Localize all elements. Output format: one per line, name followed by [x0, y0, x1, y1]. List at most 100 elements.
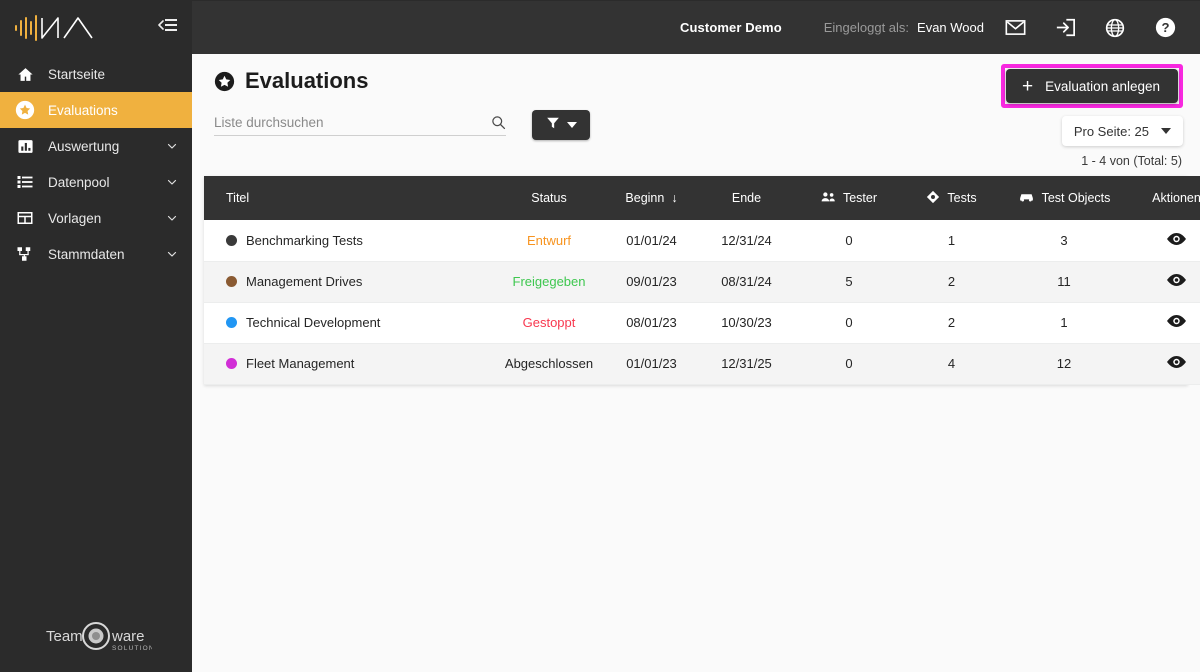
chevron-down-icon — [1161, 128, 1171, 134]
content-area: Evaluations Liste durchsuchen + Evaluati… — [192, 54, 1200, 672]
sidebar-item-datenpool[interactable]: Datenpool — [0, 164, 192, 200]
sidebar-item-auswertung[interactable]: Auswertung — [0, 128, 192, 164]
eye-icon[interactable] — [1166, 355, 1187, 369]
chevron-down-icon — [566, 122, 577, 128]
pagination-count: 1 - 4 von (Total: 5) — [1081, 154, 1182, 168]
header-actions: + Evaluation anlegen Pro Seite: 25 — [1001, 64, 1183, 146]
cell-start-date: 01/01/23 — [604, 343, 699, 385]
evaluations-table-card: Titel Status Beginn ↓ Ende Tester Tests … — [204, 176, 1200, 385]
home-icon — [14, 63, 36, 85]
cell-status: Freigegeben — [494, 261, 604, 303]
help-icon[interactable]: ? — [1148, 11, 1182, 45]
search-icon[interactable] — [490, 114, 506, 130]
column-header-tests[interactable]: Tests — [904, 176, 999, 220]
cell-start-date: 09/01/23 — [604, 261, 699, 303]
evaluation-title: Fleet Management — [246, 356, 355, 371]
cell-actions — [1129, 220, 1200, 262]
logout-icon[interactable] — [1048, 11, 1082, 45]
page-header: Evaluations Liste durchsuchen + Evaluati… — [204, 54, 1188, 152]
evaluation-title: Benchmarking Tests — [246, 232, 363, 248]
status-color-dot — [226, 276, 237, 287]
sort-desc-arrow-icon: ↓ — [671, 191, 678, 205]
chevron-down-icon — [166, 248, 178, 260]
table-row[interactable]: Benchmarking Tests Entwurf 01/01/24 12/3… — [204, 220, 1200, 262]
plus-icon: + — [1022, 75, 1034, 97]
cell-title: Fleet Management — [204, 343, 494, 385]
chevron-down-icon — [166, 140, 178, 152]
cell-title: Benchmarking Tests — [204, 220, 494, 262]
bar-chart-icon — [14, 135, 36, 157]
cell-test-objects-count: 1 — [999, 302, 1129, 344]
eye-icon[interactable] — [1166, 314, 1187, 328]
app-logo[interactable] — [12, 12, 120, 42]
create-evaluation-label: Evaluation anlegen — [1045, 78, 1160, 94]
cell-tests-count: 1 — [904, 220, 999, 262]
cell-actions — [1129, 261, 1200, 303]
template-icon — [14, 207, 36, 229]
sidebar-item-startseite[interactable]: Startseite — [0, 56, 192, 92]
status-color-dot — [226, 358, 237, 369]
filter-button[interactable] — [532, 110, 590, 140]
cell-actions — [1129, 343, 1200, 385]
cell-test-objects-count: 12 — [999, 343, 1129, 385]
table-head: Titel Status Beginn ↓ Ende Tester Tests … — [204, 176, 1200, 220]
eye-icon[interactable] — [1166, 273, 1187, 287]
column-label: Beginn — [625, 191, 665, 205]
column-header-title[interactable]: Titel — [204, 176, 494, 220]
cell-status: Abgeschlossen — [494, 343, 604, 385]
cell-test-objects-count: 11 — [999, 261, 1129, 303]
column-label: Tests — [947, 191, 977, 205]
search-input[interactable] — [214, 114, 490, 130]
column-label: Tester — [842, 191, 878, 205]
column-header-aktionen: Aktionen — [1129, 176, 1200, 220]
status-color-dot — [226, 234, 237, 246]
column-header-status[interactable]: Status — [494, 176, 604, 220]
sidebar-footer-logo: Team ware SOLUTIONS — [0, 602, 192, 672]
star-badge-icon — [214, 71, 235, 92]
column-label: Aktionen — [1152, 191, 1200, 205]
per-page-dropdown[interactable]: Pro Seite: 25 — [1061, 116, 1183, 146]
cell-tests-count: 2 — [904, 302, 999, 344]
cell-start-date: 08/01/23 — [604, 302, 699, 344]
column-header-beginn[interactable]: Beginn ↓ — [604, 176, 699, 220]
sidebar-item-vorlagen[interactable]: Vorlagen — [0, 200, 192, 236]
user-name: Evan Wood — [917, 20, 984, 35]
table-header-row: Titel Status Beginn ↓ Ende Tester Tests … — [204, 176, 1200, 220]
cell-end-date: 10/30/23 — [699, 302, 794, 344]
cell-test-objects-count: 3 — [999, 220, 1129, 262]
footer-logo-ware: ware — [111, 628, 145, 645]
star-icon — [14, 99, 36, 121]
column-header-test-objects[interactable]: Test Objects — [999, 176, 1129, 220]
eye-icon[interactable] — [1166, 232, 1187, 246]
table-row[interactable]: Technical Development Gestoppt 08/01/23 … — [204, 302, 1200, 344]
sidebar-item-evaluations[interactable]: Evaluations — [0, 92, 192, 128]
column-header-tester[interactable]: Tester — [794, 176, 904, 220]
column-header-ende[interactable]: Ende — [699, 176, 794, 220]
car-icon — [1018, 191, 1035, 206]
sidebar-item-label: Auswertung — [48, 138, 120, 154]
table-row[interactable]: Fleet Management Abgeschlossen 01/01/23 … — [204, 343, 1200, 385]
logged-in-label: Eingeloggt als: — [823, 20, 910, 35]
column-label: Ende — [731, 191, 762, 205]
mail-icon[interactable] — [998, 11, 1032, 45]
chevron-down-icon — [166, 212, 178, 224]
column-label: Titel — [226, 191, 250, 205]
chevron-down-icon — [166, 176, 178, 188]
per-page-label: Pro Seite: 25 — [1073, 123, 1149, 139]
sidebar-item-label: Vorlagen — [48, 210, 102, 226]
sidebar: Startseite Evaluations Auswertung Datenp… — [0, 0, 192, 672]
cell-end-date: 12/31/25 — [699, 343, 794, 385]
status-color-dot — [226, 317, 237, 328]
footer-logo-team: Team — [46, 628, 83, 645]
cell-actions — [1129, 302, 1200, 344]
create-button-highlight: + Evaluation anlegen — [1001, 64, 1183, 108]
footer-logo-solutions: SOLUTIONS — [112, 645, 152, 652]
globe-icon[interactable] — [1098, 11, 1132, 45]
sidebar-item-stammdaten[interactable]: Stammdaten — [0, 236, 192, 272]
create-evaluation-button[interactable]: + Evaluation anlegen — [1006, 69, 1178, 103]
table-row[interactable]: Management Drives Freigegeben 09/01/23 0… — [204, 261, 1200, 303]
sidebar-item-label: Evaluations — [48, 102, 118, 118]
cell-start-date: 01/01/24 — [604, 220, 699, 262]
collapse-sidebar-icon[interactable] — [158, 17, 178, 38]
